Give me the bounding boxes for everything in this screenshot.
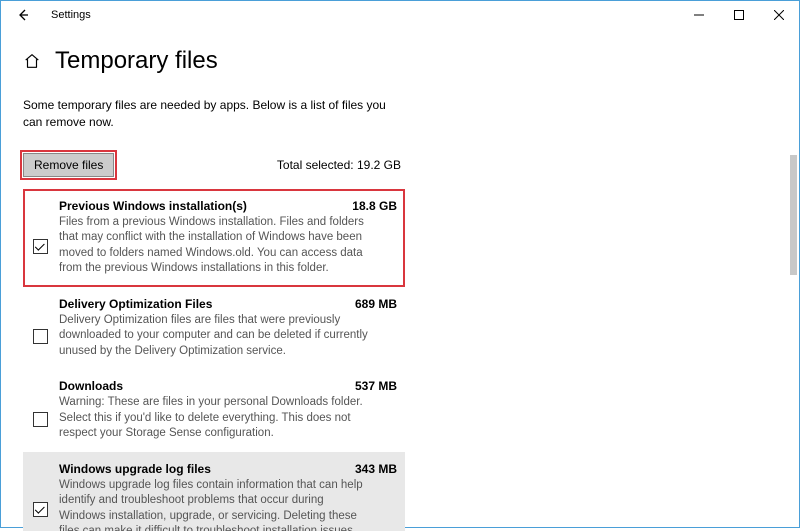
titlebar: Settings <box>1 1 799 29</box>
item-title: Previous Windows installation(s) <box>59 199 342 213</box>
item-size: 18.8 GB <box>342 199 397 213</box>
item-size: 689 MB <box>345 297 397 311</box>
item-description: Files from a previous Windows installati… <box>59 215 369 277</box>
minimize-button[interactable] <box>679 1 719 29</box>
item-description: Warning: These are files in your persona… <box>59 395 369 442</box>
item-body: Delivery Optimization Files689 MBDeliver… <box>53 297 397 360</box>
item-title: Delivery Optimization Files <box>59 297 345 311</box>
file-category-item[interactable]: Windows upgrade log files343 MBWindows u… <box>23 452 405 531</box>
total-label: Total selected: <box>277 158 354 172</box>
item-header: Delivery Optimization Files689 MB <box>59 297 397 311</box>
window-controls <box>679 1 799 29</box>
item-title: Windows upgrade log files <box>59 462 345 476</box>
file-category-list: Previous Windows installation(s)18.8 GB F… <box>23 189 405 531</box>
total-selected: Total selected: 19.2 GB <box>277 158 401 172</box>
maximize-button[interactable] <box>719 1 759 29</box>
item-header: Windows upgrade log files343 MB <box>59 462 397 476</box>
item-body: Downloads537 MB Warning: These are files … <box>53 379 397 442</box>
item-description: Windows upgrade log files contain inform… <box>59 478 369 531</box>
action-row: Remove files Total selected: 19.2 GB <box>23 153 401 177</box>
file-category-item[interactable]: Previous Windows installation(s)18.8 GB F… <box>23 189 405 287</box>
close-icon <box>774 10 784 20</box>
item-description: Delivery Optimization files are files th… <box>59 313 369 360</box>
minimize-icon <box>694 10 704 20</box>
category-checkbox[interactable] <box>33 329 48 344</box>
content-area: Some temporary files are needed by apps.… <box>1 75 799 531</box>
maximize-icon <box>734 10 744 20</box>
item-size: 537 MB <box>345 379 397 393</box>
back-button[interactable] <box>9 1 37 29</box>
home-icon[interactable] <box>23 52 41 70</box>
close-button[interactable] <box>759 1 799 29</box>
checkbox-wrap <box>27 379 53 442</box>
intro-text: Some temporary files are needed by apps.… <box>23 97 393 131</box>
file-category-item[interactable]: Delivery Optimization Files689 MBDeliver… <box>23 287 405 370</box>
item-size: 343 MB <box>345 462 397 476</box>
checkbox-wrap <box>27 199 53 277</box>
checkbox-wrap <box>27 462 53 531</box>
category-checkbox[interactable] <box>33 412 48 427</box>
item-body: Windows upgrade log files343 MBWindows u… <box>53 462 397 531</box>
scrollbar-thumb[interactable] <box>790 155 797 275</box>
remove-files-button[interactable]: Remove files <box>23 153 114 177</box>
app-name: Settings <box>37 9 91 21</box>
page-title: Temporary files <box>55 47 218 75</box>
item-body: Previous Windows installation(s)18.8 GB F… <box>53 199 397 277</box>
item-header: Downloads537 MB <box>59 379 397 393</box>
checkbox-wrap <box>27 297 53 360</box>
category-checkbox[interactable] <box>33 502 48 517</box>
page-header: Temporary files <box>1 29 799 75</box>
file-category-item[interactable]: Downloads537 MB Warning: These are files … <box>23 369 405 452</box>
total-value: 19.2 GB <box>357 158 401 172</box>
category-checkbox[interactable] <box>33 239 48 254</box>
item-header: Previous Windows installation(s)18.8 GB <box>59 199 397 213</box>
arrow-left-icon <box>16 8 30 22</box>
item-title: Downloads <box>59 379 345 393</box>
